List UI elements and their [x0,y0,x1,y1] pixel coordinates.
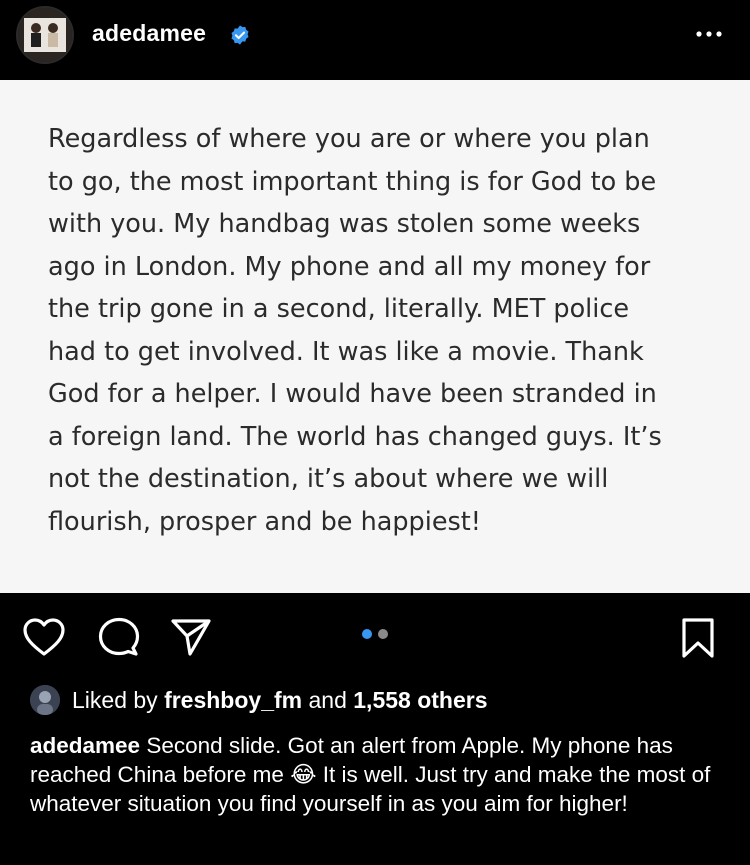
laughing-emoji-icon: 😂 [290,762,317,787]
post-caption: adedamee Second slide. Got an alert from… [30,731,730,818]
carousel-dot-active [362,629,372,639]
likes-conjunction: and [308,687,347,713]
likes-prefix: Liked by [72,687,158,713]
liker-avatar-image-icon [30,685,60,715]
post-slide[interactable]: Regardless of where you are or where you… [0,80,750,593]
post-header: adedamee [0,0,750,80]
verified-badge-icon [231,25,249,45]
action-bar [0,593,750,675]
avatar-image-icon [18,8,72,62]
heart-icon[interactable] [22,617,66,657]
likes-others-count[interactable]: 1,558 others [353,687,487,713]
bookmark-icon[interactable] [680,617,716,659]
likes-summary[interactable]: Liked by freshboy_fm and 1,558 others [72,683,488,717]
post-username[interactable]: adedamee [92,20,206,47]
liker-avatar[interactable] [30,685,60,715]
caption-username[interactable]: adedamee [30,733,140,758]
comment-icon[interactable] [98,617,140,657]
carousel-indicator [362,629,392,639]
share-icon[interactable] [170,617,212,657]
carousel-dot [378,629,388,639]
liker-username[interactable]: freshboy_fm [164,687,302,713]
more-options-icon[interactable] [692,22,726,46]
profile-avatar[interactable] [16,6,74,64]
slide-text: Regardless of where you are or where you… [48,124,662,537]
